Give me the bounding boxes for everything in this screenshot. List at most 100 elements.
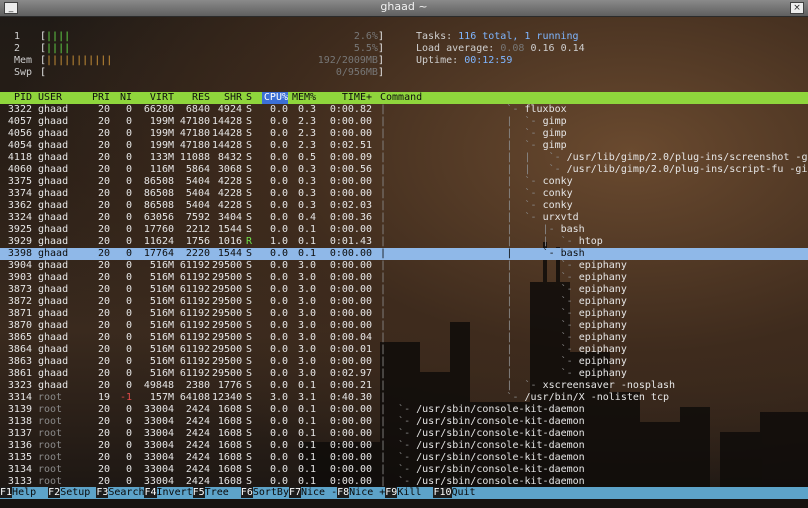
process-priority: 20: [97, 308, 110, 319]
fkey-sortby[interactable]: F6SortBy: [240, 487, 289, 499]
fkey-label: Invert: [156, 487, 193, 498]
process-priority: 20: [97, 356, 110, 367]
table-row[interactable]: 4118 ghaad 20 0 133M 11088 8432 S 0.0 0.5 0:00.09 |…: [0, 152, 808, 164]
fkey-label: Nice -: [301, 487, 338, 498]
process-mem: 3.0: [297, 320, 316, 331]
table-row[interactable]: 3375 ghaad 20 0 86508 5404 4228 S 0.0 0.3 0:00.00 |…: [0, 176, 808, 188]
process-command-text: epiphany: [578, 296, 627, 307]
process-shr: 8432: [217, 152, 242, 163]
fkey-nice[interactable]: F7Nice -: [288, 487, 338, 499]
fkey-setup[interactable]: F2Setup: [48, 487, 91, 499]
process-command-text: epiphany: [578, 332, 627, 343]
table-row[interactable]: 3925 ghaad 20 0 17760 2212 1544 S 0.0 0.1 0:00.00 |…: [0, 224, 808, 236]
process-command: | | `- epiphany: [380, 320, 627, 332]
col-mem[interactable]: MEM%: [292, 92, 316, 104]
fkey-help[interactable]: F1Help: [0, 487, 37, 499]
process-time: 0:00.00: [329, 248, 372, 259]
table-row[interactable]: 3870 ghaad 20 0 516M 61192 29500 S 0.0 3.0 0:00.00…: [0, 320, 808, 332]
process-state: S: [246, 272, 253, 283]
process-virt: 33004: [143, 452, 174, 463]
process-cpu: 0.0: [269, 368, 288, 379]
process-pid: 3136: [7, 440, 32, 451]
table-row[interactable]: 3864 ghaad 20 0 516M 61192 29500 S 0.0 3.0 0:00.01…: [0, 344, 808, 356]
table-row[interactable]: 3861 ghaad 20 0 516M 61192 29500 S 0.0 3.0 0:02.97…: [0, 368, 808, 380]
table-row[interactable]: 3903 ghaad 20 0 516M 61192 29500 S 0.0 3.0 0:00.00…: [0, 272, 808, 284]
table-row[interactable]: 3139 root 20 0 33004 2424 1608 S 0.0 0.1 0:00.00 | …: [0, 404, 808, 416]
process-mem: 3.0: [297, 332, 316, 343]
process-command: | | `- epiphany: [380, 344, 627, 356]
window-close-button[interactable]: ×: [790, 2, 804, 14]
window-title: ghaad ~: [380, 0, 428, 13]
process-res: 47180: [179, 140, 210, 151]
process-state: S: [246, 152, 253, 163]
process-time: 0:00.00: [329, 464, 372, 475]
process-priority: 20: [97, 152, 110, 163]
process-command-text: epiphany: [578, 320, 627, 331]
fkey-quit[interactable]: F10Quit: [433, 487, 476, 499]
process-res: 61192: [179, 296, 210, 307]
process-command: | | `- xscreensaver -nosplash: [380, 380, 675, 392]
process-command: | | `- gimp: [380, 140, 567, 152]
process-time: 0:00.21: [329, 380, 372, 391]
process-pid: 3134: [7, 464, 32, 475]
fkey-search[interactable]: F3Search: [96, 487, 145, 499]
col-pri[interactable]: PRI: [88, 92, 110, 104]
table-row[interactable]: 3871 ghaad 20 0 516M 61192 29500 S 0.0 3.0 0:00.00…: [0, 308, 808, 320]
table-row[interactable]: 3873 ghaad 20 0 516M 61192 29500 S 0.0 3.0 0:00.00…: [0, 284, 808, 296]
table-row[interactable]: 3134 root 20 0 33004 2424 1608 S 0.0 0.1 0:00.00 | …: [0, 464, 808, 476]
col-state[interactable]: S: [246, 92, 256, 104]
table-row[interactable]: 3322 ghaad 20 0 66280 6840 4924 S 0.0 0.3 0:00.82 |…: [0, 104, 808, 116]
table-row[interactable]: 3865 ghaad 20 0 516M 61192 29500 S 0.0 3.0 0:00.04…: [0, 332, 808, 344]
table-row[interactable]: 3314 root 19 -1 157M 64108 12340 S 3.0 3.1 0:40.30…: [0, 392, 808, 404]
table-row[interactable]: 3362 ghaad 20 0 86508 5404 4228 S 0.0 0.3 0:02.03 |…: [0, 200, 808, 212]
col-user[interactable]: USER: [38, 92, 62, 104]
process-tree-lines: | | `-: [380, 356, 579, 367]
table-row[interactable]: 3135 root 20 0 33004 2424 1608 S 0.0 0.1 0:00.00 | …: [0, 452, 808, 464]
process-command: | | `- urxvtd: [380, 212, 579, 224]
process-shr: 14428: [212, 128, 243, 139]
col-cpu[interactable]: CPU%: [262, 92, 288, 104]
col-virt[interactable]: VIRT: [134, 92, 174, 104]
table-row[interactable]: 3324 ghaad 20 0 63056 7592 3404 S 0.0 0.4 0:00.36 |…: [0, 212, 808, 224]
col-ni[interactable]: NI: [110, 92, 132, 104]
process-nice: 0: [125, 200, 132, 211]
process-res: 2424: [185, 404, 210, 415]
process-virt: 516M: [149, 368, 174, 379]
process-mem: 3.0: [297, 284, 316, 295]
fkey-kill[interactable]: F9Kill: [385, 487, 422, 499]
table-row[interactable]: 3323 ghaad 20 0 49848 2380 1776 S 0.0 0.1 0:00.21 |…: [0, 380, 808, 392]
table-row[interactable]: 3138 root 20 0 33004 2424 1608 S 0.0 0.1 0:00.00 | …: [0, 416, 808, 428]
fkey-invert[interactable]: F4Invert: [144, 487, 193, 499]
col-res[interactable]: RES: [176, 92, 210, 104]
process-res: 47180: [179, 128, 210, 139]
process-command-text: conky: [542, 200, 573, 211]
table-row[interactable]: 3137 root 20 0 33004 2424 1608 S 0.0 0.1 0:00.00 | …: [0, 428, 808, 440]
col-time[interactable]: TIME+: [318, 92, 372, 104]
table-row[interactable]: 3374 ghaad 20 0 86508 5404 4228 S 0.0 0.3 0:00.00 |…: [0, 188, 808, 200]
table-row[interactable]: 4056 ghaad 20 0 199M 47180 14428 S 0.0 2.3 0:00.00…: [0, 128, 808, 140]
table-row[interactable]: 3904 ghaad 20 0 516M 61192 29500 S 0.0 3.0 0:00.00…: [0, 260, 808, 272]
terminal[interactable]: 1 [|||| 2.6%] 2 [|||| 5.5%] Mem [|||||||…: [0, 17, 808, 508]
col-shr[interactable]: SHR: [212, 92, 242, 104]
col-pid[interactable]: PID: [0, 92, 32, 104]
table-row[interactable]: 4060 ghaad 20 0 116M 5864 3068 S 0.0 0.3 0:00.56 | …: [0, 164, 808, 176]
process-cpu: 0.0: [269, 200, 288, 211]
terminal-bottom-edge: [0, 499, 808, 508]
table-row[interactable]: 3136 root 20 0 33004 2424 1608 S 0.0 0.1 0:00.00 | …: [0, 440, 808, 452]
process-state: S: [246, 392, 253, 403]
fkey-tree[interactable]: F5Tree: [192, 487, 229, 499]
table-row[interactable]: 3863 ghaad 20 0 516M 61192 29500 S 0.0 3.0 0:00.00…: [0, 356, 808, 368]
process-list[interactable]: 3322 ghaad 20 0 66280 6840 4924 S 0.0 0.3 0:00.82 |…: [0, 104, 808, 488]
fkey-nice[interactable]: F8Nice +: [337, 487, 386, 499]
fkey-key: F3: [96, 487, 109, 498]
process-mem: 3.0: [297, 272, 316, 283]
process-priority: 20: [97, 380, 110, 391]
process-virt: 516M: [149, 272, 174, 283]
col-command[interactable]: Command: [380, 92, 422, 104]
table-row[interactable]: 3929 ghaad 20 0 11624 1756 1016 R 1.0 0.1 0:01.43 |…: [0, 236, 808, 248]
table-row[interactable]: 4054 ghaad 20 0 199M 47180 14428 S 0.0 2.3 0:02.51…: [0, 140, 808, 152]
table-row[interactable]: 4057 ghaad 20 0 199M 47180 14428 S 0.0 2.3 0:00.00…: [0, 116, 808, 128]
table-row[interactable]: 3872 ghaad 20 0 516M 61192 29500 S 0.0 3.0 0:00.00…: [0, 296, 808, 308]
table-row[interactable]: 3398 ghaad 20 0 17764 2220 1544 S 0.0 0.1 0:00.00 |…: [0, 248, 808, 260]
window-titlebar[interactable]: _ ghaad ~ ×: [0, 0, 808, 17]
